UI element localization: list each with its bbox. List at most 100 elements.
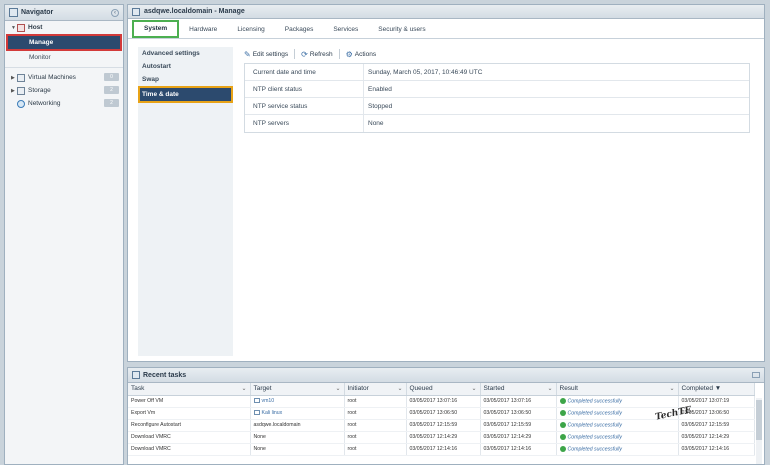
tab-bar: System Hardware Licensing Packages Servi…	[128, 19, 764, 39]
recent-tasks-title: Recent tasks	[143, 371, 187, 379]
property-value: Enabled	[368, 86, 392, 93]
column-header-target[interactable]: Target ⌄	[250, 383, 345, 396]
task-cell: Reconfigure Autostart	[128, 419, 251, 432]
queued-cell: 03/05/2017 12:15:59	[406, 419, 481, 432]
initiator-cell: root	[344, 443, 407, 456]
table-row[interactable]: Download VMRC None root 03/05/2017 12:14…	[128, 443, 755, 456]
manage-header: asdqwe.localdomain - Manage	[128, 5, 764, 19]
table-row[interactable]: Power Off VM vm10 root 03/05/2017 13:07:…	[128, 395, 755, 408]
tab-hardware[interactable]: Hardware	[179, 21, 227, 38]
column-header-completed[interactable]: Completed ▼	[678, 383, 755, 396]
nav-item-virtual-machines[interactable]: ▶ Virtual Machines 0	[5, 71, 123, 84]
side-item-advanced-settings[interactable]: Advanced settings	[138, 47, 233, 60]
edit-settings-button[interactable]: ✎ Edit settings	[244, 50, 288, 59]
navigator-title: Navigator	[21, 9, 54, 16]
chevron-down-icon[interactable]: ⌄	[471, 385, 476, 392]
navigator-header: Navigator ‹	[5, 5, 123, 21]
checkmark-icon	[559, 421, 566, 428]
nav-item-storage[interactable]: ▶ Storage 2	[5, 84, 123, 97]
host-icon	[17, 23, 25, 32]
tab-security-users[interactable]: Security & users	[368, 21, 435, 38]
initiator-cell: root	[344, 431, 407, 444]
tab-system[interactable]: System	[132, 20, 180, 38]
chevron-down-icon[interactable]: ⌄	[241, 385, 246, 392]
side-item-swap[interactable]: Swap	[138, 73, 233, 86]
toolbar-divider	[338, 49, 340, 59]
navigator-panel: Navigator ‹ ▼ Host Manage Monitor ▶ Virt…	[4, 4, 124, 465]
network-icon	[17, 99, 25, 108]
column-header-task[interactable]: Task ⌄	[128, 383, 251, 396]
queued-cell: 03/05/2017 13:06:50	[406, 407, 481, 420]
property-value: Stopped	[368, 103, 393, 110]
collapse-icon[interactable]: ‹	[111, 8, 119, 17]
minimize-icon[interactable]	[752, 372, 760, 378]
tasks-scrollbar[interactable]	[756, 398, 762, 464]
started-cell: 03/05/2017 12:15:59	[480, 419, 557, 432]
property-key: NTP servers	[245, 115, 364, 132]
started-cell: 03/05/2017 12:14:29	[480, 431, 557, 444]
column-header-result[interactable]: Result ⌄	[556, 383, 679, 396]
target-cell[interactable]: vm10	[250, 395, 345, 408]
started-cell: 03/05/2017 13:06:50	[480, 407, 557, 420]
column-header-started[interactable]: Started ⌄	[480, 383, 557, 396]
gear-icon: ⚙	[345, 49, 353, 59]
chevron-down-icon[interactable]: ⌄	[335, 385, 340, 392]
side-item-autostart[interactable]: Autostart	[138, 60, 233, 73]
chevron-down-icon[interactable]: ⌄	[669, 385, 674, 392]
queued-cell: 03/05/2017 12:14:16	[406, 443, 481, 456]
tasks-icon	[132, 371, 140, 379]
nav-item-monitor[interactable]: Monitor	[5, 51, 123, 64]
storage-icon	[17, 86, 25, 95]
host-icon	[132, 7, 140, 16]
chevron-down-icon[interactable]: ⌄	[547, 385, 552, 392]
task-cell: Download VMRC	[128, 443, 251, 456]
networking-count-badge: 2	[104, 99, 119, 107]
navigator-icon	[9, 8, 18, 17]
property-row: NTP servers None	[245, 115, 749, 132]
nav-item-host[interactable]: ▼ Host	[5, 21, 123, 34]
tab-services[interactable]: Services	[323, 21, 368, 38]
checkmark-icon	[559, 409, 566, 416]
side-item-time-date[interactable]: Time & date	[138, 86, 233, 103]
result-cell: Completed successfully	[556, 431, 679, 444]
vm-icon	[17, 73, 25, 82]
pencil-icon: ✎	[244, 49, 251, 59]
target-cell[interactable]: Kali linux	[250, 407, 345, 420]
completed-cell: 03/05/2017 12:15:59	[678, 419, 755, 432]
storage-count-badge: 2	[104, 86, 119, 94]
task-cell: Export Vm	[128, 407, 251, 420]
checkmark-icon	[559, 433, 566, 440]
nav-item-networking[interactable]: Networking 2	[5, 97, 123, 110]
nav-host-label: Host	[28, 24, 43, 31]
manage-panel: asdqwe.localdomain - Manage System Hardw…	[127, 4, 765, 362]
vm-icon	[253, 398, 260, 404]
property-key: NTP client status	[245, 81, 364, 97]
recent-tasks-panel: Recent tasks Task ⌄ Target ⌄ Initiator ⌄ Qu…	[127, 367, 765, 465]
table-row[interactable]: Download VMRC None root 03/05/2017 12:14…	[128, 431, 755, 444]
column-header-queued[interactable]: Queued ⌄	[406, 383, 481, 396]
target-cell: None	[250, 443, 345, 456]
system-side-menu: Advanced settings Autostart Swap Time & …	[138, 47, 233, 356]
result-cell: Completed successfully	[556, 443, 679, 456]
chevron-down-icon[interactable]: ⌄	[397, 385, 402, 392]
nav-item-manage[interactable]: Manage	[6, 34, 122, 51]
nav-divider	[5, 67, 123, 68]
started-cell: 03/05/2017 12:14:16	[480, 443, 557, 456]
tab-packages[interactable]: Packages	[275, 21, 324, 38]
initiator-cell: root	[344, 395, 407, 408]
completed-cell: 03/05/2017 12:14:16	[678, 443, 755, 456]
scrollbar-thumb[interactable]	[756, 400, 762, 440]
vm-icon	[253, 410, 260, 416]
edit-settings-label: Edit settings	[252, 50, 289, 58]
task-cell: Power Off VM	[128, 395, 251, 408]
property-value: None	[368, 120, 384, 127]
time-date-properties: Current date and time Sunday, March 05, …	[244, 63, 750, 133]
actions-button[interactable]: ⚙ Actions	[346, 50, 377, 59]
refresh-button[interactable]: ⟳ Refresh	[301, 50, 332, 59]
toolbar: ✎ Edit settings ⟳ Refresh ⚙ Actions	[244, 47, 750, 61]
tab-licensing[interactable]: Licensing	[227, 21, 274, 38]
queued-cell: 03/05/2017 12:14:29	[406, 431, 481, 444]
column-header-initiator[interactable]: Initiator ⌄	[344, 383, 407, 396]
actions-label: Actions	[354, 50, 377, 58]
refresh-label: Refresh	[309, 50, 333, 58]
